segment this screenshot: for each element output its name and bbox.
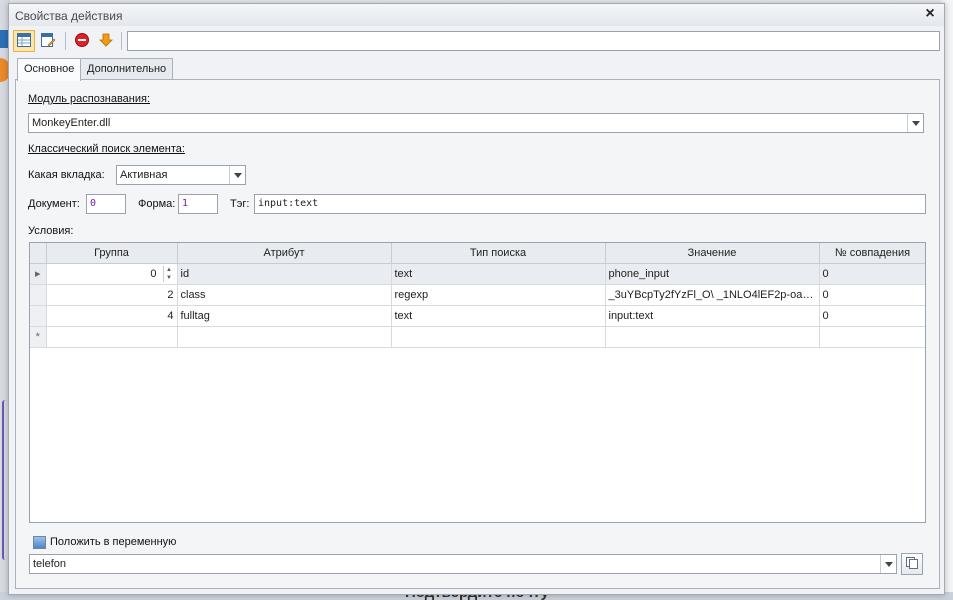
new-row-indicator[interactable]: *	[30, 326, 47, 348]
value-cell[interactable]: _3uYBcpTy2fYzFl_O\ _1NLO4lEF2p-oalzaZ6eL…	[605, 284, 820, 306]
toolbar	[11, 28, 942, 54]
tag-field[interactable]: input:text	[254, 194, 926, 214]
move-down-button[interactable]	[95, 30, 117, 52]
toolbar-separator	[121, 32, 122, 50]
grid-header-row: Группа Атрибут Тип поиска Значение № сов…	[30, 243, 925, 264]
copy-variable-button[interactable]	[901, 553, 923, 575]
group-cell[interactable]: 2	[46, 284, 178, 306]
edit-icon	[40, 32, 56, 51]
chevron-down-icon	[229, 166, 245, 184]
which-tab-value: Активная	[120, 169, 168, 181]
match-number-cell[interactable]: 0	[819, 284, 925, 306]
table-row[interactable]: 4 fulltag text input:text 0	[30, 305, 925, 327]
search-type-cell[interactable]: regexp	[391, 284, 606, 306]
new-row-cell[interactable]	[177, 326, 392, 348]
column-header-search-type[interactable]: Тип поиска	[391, 243, 606, 264]
value-cell[interactable]: phone_input	[605, 263, 820, 285]
group-cell[interactable]: 4	[46, 305, 178, 327]
attribute-cell[interactable]: fulltag	[177, 305, 392, 327]
toolbar-separator	[65, 32, 66, 50]
search-type-cell[interactable]: text	[391, 305, 606, 327]
variable-select[interactable]: telefon	[29, 554, 897, 574]
conditions-label: Условия:	[28, 225, 74, 237]
copy-icon	[905, 556, 919, 573]
document-label: Документ:	[28, 198, 80, 210]
stop-icon	[74, 32, 90, 51]
match-number-cell[interactable]: 0	[819, 263, 925, 285]
chevron-down-icon	[907, 114, 923, 132]
form-label: Форма:	[138, 198, 176, 210]
attribute-cell[interactable]: class	[177, 284, 392, 306]
document-field[interactable]: 0	[86, 194, 126, 214]
group-value: 0	[150, 267, 157, 280]
column-header-value[interactable]: Значение	[605, 243, 820, 264]
chevron-down-icon	[880, 555, 896, 573]
table-row[interactable]: ▸ 0 ▲ ▼ id text phone_input 0	[30, 263, 925, 285]
save-to-variable-label[interactable]: Положить в переменную	[50, 536, 176, 548]
action-properties-dialog: Свойства действия × Основное Дополнитель…	[8, 3, 945, 595]
row-indicator[interactable]	[30, 284, 47, 306]
which-tab-label: Какая вкладка:	[28, 169, 105, 181]
module-label: Модуль распознавания:	[28, 93, 151, 105]
table-row[interactable]: 2 class regexp _3uYBcpTy2fYzFl_O\ _1NLO4…	[30, 284, 925, 306]
tag-label: Тэг:	[230, 198, 250, 210]
edit-button[interactable]	[37, 30, 59, 52]
conditions-grid[interactable]: Группа Атрибут Тип поиска Значение № сов…	[29, 242, 926, 523]
tab-advanced[interactable]: Дополнительно	[80, 58, 174, 80]
grid-view-button[interactable]	[13, 30, 35, 52]
search-type-cell[interactable]: text	[391, 263, 606, 285]
save-to-variable-checkbox[interactable]	[33, 536, 46, 549]
module-select[interactable]: MonkeyEnter.dll	[28, 113, 924, 133]
match-number-cell[interactable]: 0	[819, 305, 925, 327]
new-row[interactable]: *	[30, 326, 925, 348]
column-header-attribute[interactable]: Атрибут	[177, 243, 392, 264]
new-row-cell[interactable]	[391, 326, 606, 348]
window-title: Свойства действия	[15, 9, 123, 23]
grid-corner	[30, 243, 47, 264]
toolbar-command-input[interactable]	[127, 31, 940, 51]
arrow-down-icon	[98, 32, 114, 51]
row-indicator[interactable]	[30, 305, 47, 327]
new-row-cell[interactable]	[819, 326, 925, 348]
close-button[interactable]: ×	[922, 6, 938, 22]
variable-value: telefon	[33, 558, 67, 570]
spinner-icon[interactable]: ▲ ▼	[162, 265, 175, 282]
group-cell-editor[interactable]: 0 ▲ ▼	[46, 263, 178, 285]
grid-icon	[16, 32, 32, 51]
which-tab-select[interactable]: Активная	[116, 165, 246, 185]
column-header-group[interactable]: Группа	[46, 243, 178, 264]
new-row-cell[interactable]	[46, 326, 178, 348]
tab-basic[interactable]: Основное	[17, 58, 82, 81]
stop-button[interactable]	[71, 30, 93, 52]
classic-search-label: Классический поиск элемента:	[28, 143, 185, 155]
value-cell[interactable]: input:text	[605, 305, 820, 327]
attribute-cell[interactable]: id	[177, 263, 392, 285]
module-value: MonkeyEnter.dll	[32, 117, 111, 129]
new-row-cell[interactable]	[605, 326, 820, 348]
form-field[interactable]: 1	[178, 194, 218, 214]
column-header-match-number[interactable]: № совпадения	[819, 243, 925, 264]
title-bar: Свойства действия ×	[9, 4, 944, 26]
row-indicator[interactable]: ▸	[30, 263, 47, 285]
